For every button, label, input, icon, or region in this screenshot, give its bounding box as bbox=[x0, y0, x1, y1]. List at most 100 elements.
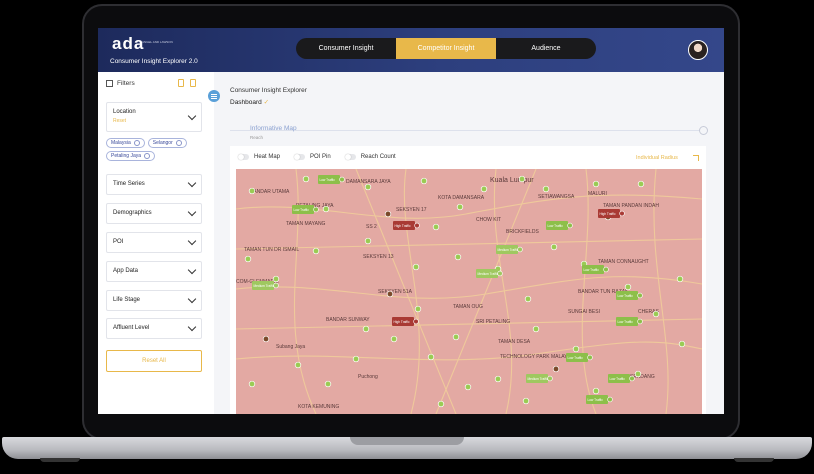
map-place-label: SS 2 bbox=[366, 224, 377, 230]
individual-radius-link[interactable]: Individual Radius bbox=[636, 155, 678, 161]
remove-chip-icon[interactable] bbox=[175, 140, 182, 146]
poi-marker[interactable] bbox=[624, 283, 632, 291]
chevron-down-icon bbox=[187, 294, 197, 304]
poi-marker[interactable] bbox=[676, 275, 684, 283]
map-view[interactable]: Kuala Lumpur DAMANSARA JAYA PETALING JAYA S… bbox=[236, 169, 702, 414]
refresh-icon[interactable] bbox=[190, 79, 196, 87]
poi-marker[interactable] bbox=[452, 333, 460, 341]
poi-pin-toggle[interactable]: POI Pin bbox=[294, 154, 331, 160]
traffic-pin-icon bbox=[414, 222, 420, 229]
map-place-label: KOTA KEMUNING bbox=[298, 404, 339, 410]
poi-marker[interactable] bbox=[414, 305, 422, 313]
poi-marker[interactable] bbox=[412, 263, 420, 271]
demographics-dropdown[interactable]: Demographics bbox=[106, 203, 202, 224]
poi-marker[interactable] bbox=[390, 335, 398, 343]
tab-competitor-insight[interactable]: Competitor Insight bbox=[396, 38, 496, 59]
dropdown-label: POI bbox=[113, 239, 124, 245]
user-avatar[interactable] bbox=[688, 40, 708, 60]
poi-marker[interactable] bbox=[324, 380, 332, 388]
map-place-label: TAMAN DESA bbox=[498, 339, 531, 345]
poi-marker[interactable] bbox=[480, 185, 488, 193]
poi-marker[interactable] bbox=[432, 223, 440, 231]
dropdown-label: Time Series bbox=[113, 181, 145, 187]
remove-chip-icon[interactable] bbox=[144, 153, 151, 159]
map-place-label: TAMAN OUG bbox=[453, 304, 483, 310]
location-chip[interactable]: Selangor bbox=[147, 138, 187, 148]
poi-marker[interactable] bbox=[312, 247, 320, 255]
map-place-label: CHOW KIT bbox=[476, 217, 501, 223]
poi-marker[interactable] bbox=[322, 205, 330, 213]
poi-marker[interactable] bbox=[637, 180, 645, 188]
toggle-switch[interactable] bbox=[294, 154, 306, 160]
map-place-label: Kuala Lumpur bbox=[490, 177, 534, 184]
poi-marker[interactable] bbox=[384, 210, 392, 218]
poi-marker[interactable] bbox=[550, 243, 558, 251]
affluent-level-dropdown[interactable]: Affluent Level bbox=[106, 318, 202, 339]
location-chip[interactable]: Malaysia bbox=[106, 138, 145, 148]
poi-marker[interactable] bbox=[456, 203, 464, 211]
location-reset-link[interactable]: Reset bbox=[113, 118, 126, 124]
time-series-dropdown[interactable]: Time Series bbox=[106, 174, 202, 195]
poi-marker[interactable] bbox=[652, 310, 660, 318]
tab-audience[interactable]: Audience bbox=[496, 38, 596, 59]
poi-marker[interactable] bbox=[364, 183, 372, 191]
app-data-dropdown[interactable]: App Data bbox=[106, 261, 202, 282]
traffic-pin-icon bbox=[517, 246, 523, 253]
poi-marker[interactable] bbox=[362, 325, 370, 333]
collapse-icon[interactable] bbox=[699, 126, 708, 135]
poi-marker[interactable] bbox=[678, 340, 686, 348]
poi-marker[interactable] bbox=[294, 361, 302, 369]
poi-marker[interactable] bbox=[524, 295, 532, 303]
poi-marker[interactable] bbox=[464, 383, 472, 391]
poi-dropdown[interactable]: POI bbox=[106, 232, 202, 253]
poi-marker[interactable] bbox=[518, 175, 526, 183]
poi-marker[interactable] bbox=[552, 365, 560, 373]
poi-marker[interactable] bbox=[386, 290, 394, 298]
toggle-switch[interactable] bbox=[238, 154, 249, 160]
poi-marker[interactable] bbox=[522, 397, 530, 405]
poi-marker[interactable] bbox=[272, 275, 280, 283]
toggle-switch[interactable] bbox=[344, 154, 356, 160]
expand-icon[interactable] bbox=[693, 155, 699, 161]
save-icon[interactable] bbox=[178, 79, 184, 87]
poi-marker[interactable] bbox=[542, 185, 550, 193]
poi-marker[interactable] bbox=[262, 335, 270, 343]
poi-marker[interactable] bbox=[248, 380, 256, 388]
traffic-pin-icon bbox=[637, 292, 643, 299]
poi-marker[interactable] bbox=[244, 255, 252, 263]
poi-marker[interactable] bbox=[572, 345, 580, 353]
heat-map-toggle[interactable]: Heat Map bbox=[238, 154, 280, 160]
menu-icon[interactable] bbox=[208, 90, 220, 102]
traffic-pin-icon bbox=[497, 270, 503, 277]
poi-marker[interactable] bbox=[248, 187, 256, 195]
location-chip[interactable]: Petaling Jaya bbox=[106, 151, 156, 161]
poi-marker[interactable] bbox=[352, 355, 360, 363]
poi-marker[interactable] bbox=[634, 370, 642, 378]
map-canvas[interactable]: Kuala LumpurDAMANSARA JAYAPETALING JAYAS… bbox=[236, 169, 702, 414]
poi-marker[interactable] bbox=[494, 375, 502, 383]
reset-all-button[interactable]: Reset All bbox=[106, 350, 202, 372]
location-filter[interactable]: Location Reset bbox=[106, 102, 202, 132]
chevron-down-icon bbox=[187, 111, 197, 121]
life-stage-dropdown[interactable]: Life Stage bbox=[106, 290, 202, 311]
poi-marker[interactable] bbox=[532, 325, 540, 333]
map-place-label: BANDAR SUNWAY bbox=[326, 317, 370, 323]
laptop-notch bbox=[350, 437, 464, 445]
poi-marker[interactable] bbox=[437, 400, 445, 408]
poi-marker[interactable] bbox=[427, 353, 435, 361]
poi-marker[interactable] bbox=[592, 387, 600, 395]
poi-marker[interactable] bbox=[454, 253, 462, 261]
remove-chip-icon[interactable] bbox=[133, 140, 140, 146]
chevron-down-icon bbox=[187, 265, 197, 275]
app-screen: ada ANGEL AND LAWSON Consumer Insight Ex… bbox=[98, 28, 724, 414]
dropdown-label: App Data bbox=[113, 268, 139, 274]
logo: ada bbox=[112, 34, 145, 53]
tab-consumer-insight[interactable]: Consumer Insight bbox=[296, 38, 396, 59]
poi-marker[interactable] bbox=[364, 237, 372, 245]
laptop-foot bbox=[734, 458, 774, 462]
poi-marker[interactable] bbox=[420, 177, 428, 185]
reach-count-toggle[interactable]: Reach Count bbox=[344, 154, 396, 160]
dropdown-label: Demographics bbox=[113, 210, 152, 216]
poi-marker[interactable] bbox=[592, 180, 600, 188]
poi-marker[interactable] bbox=[302, 175, 310, 183]
